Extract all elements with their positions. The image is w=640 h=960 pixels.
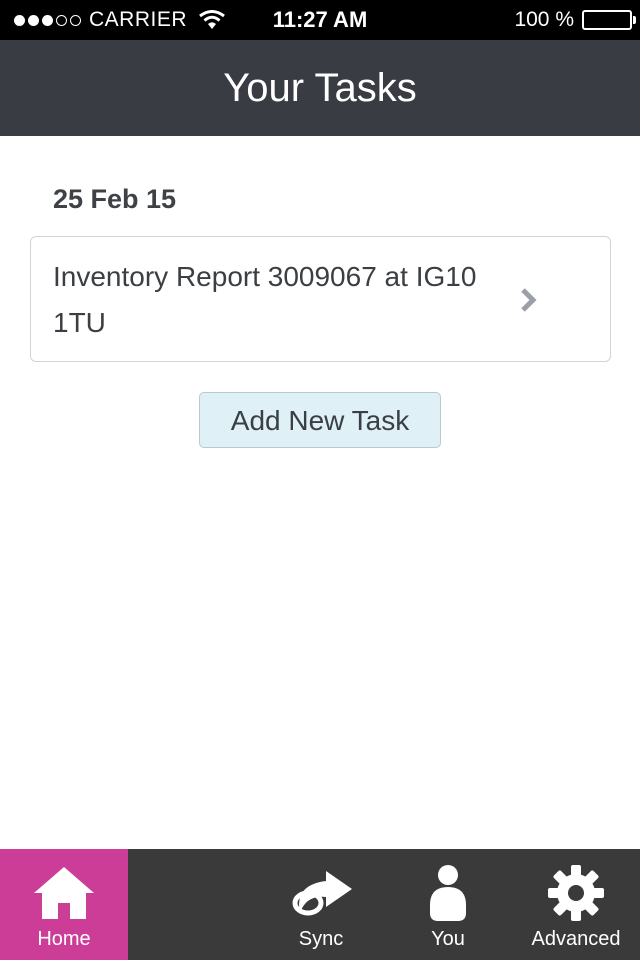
home-icon <box>0 863 128 923</box>
person-icon <box>384 863 512 923</box>
add-new-task-button[interactable]: Add New Task <box>199 392 441 448</box>
tab-home-label: Home <box>37 928 91 950</box>
task-date-heading: 25 Feb 15 <box>53 184 177 214</box>
tab-advanced-label: Advanced <box>531 928 621 950</box>
tab-advanced[interactable]: Advanced <box>512 849 640 960</box>
status-bar: CARRIER 11:27 AM 100 % <box>0 0 640 40</box>
status-right: 100 % <box>514 0 636 40</box>
task-list-item[interactable]: Inventory Report 3009067 at IG10 1TU <box>30 236 611 362</box>
share-arrow-icon <box>258 863 384 923</box>
battery-percent: 100 % <box>514 8 574 31</box>
tab-you[interactable]: You <box>384 849 512 960</box>
tab-you-label: You <box>431 928 465 950</box>
task-item-label: Inventory Report 3009067 at IG10 1TU <box>53 261 477 338</box>
tab-sync[interactable]: Sync <box>258 849 384 960</box>
battery-icon <box>582 10 636 30</box>
page-title: Your Tasks <box>0 40 640 136</box>
tab-sync-label: Sync <box>298 928 344 950</box>
tab-bar: Home Sync You Advanced <box>0 849 640 960</box>
gear-icon <box>512 863 640 923</box>
tab-home[interactable]: Home <box>0 849 128 960</box>
chevron-right-icon <box>520 287 538 318</box>
